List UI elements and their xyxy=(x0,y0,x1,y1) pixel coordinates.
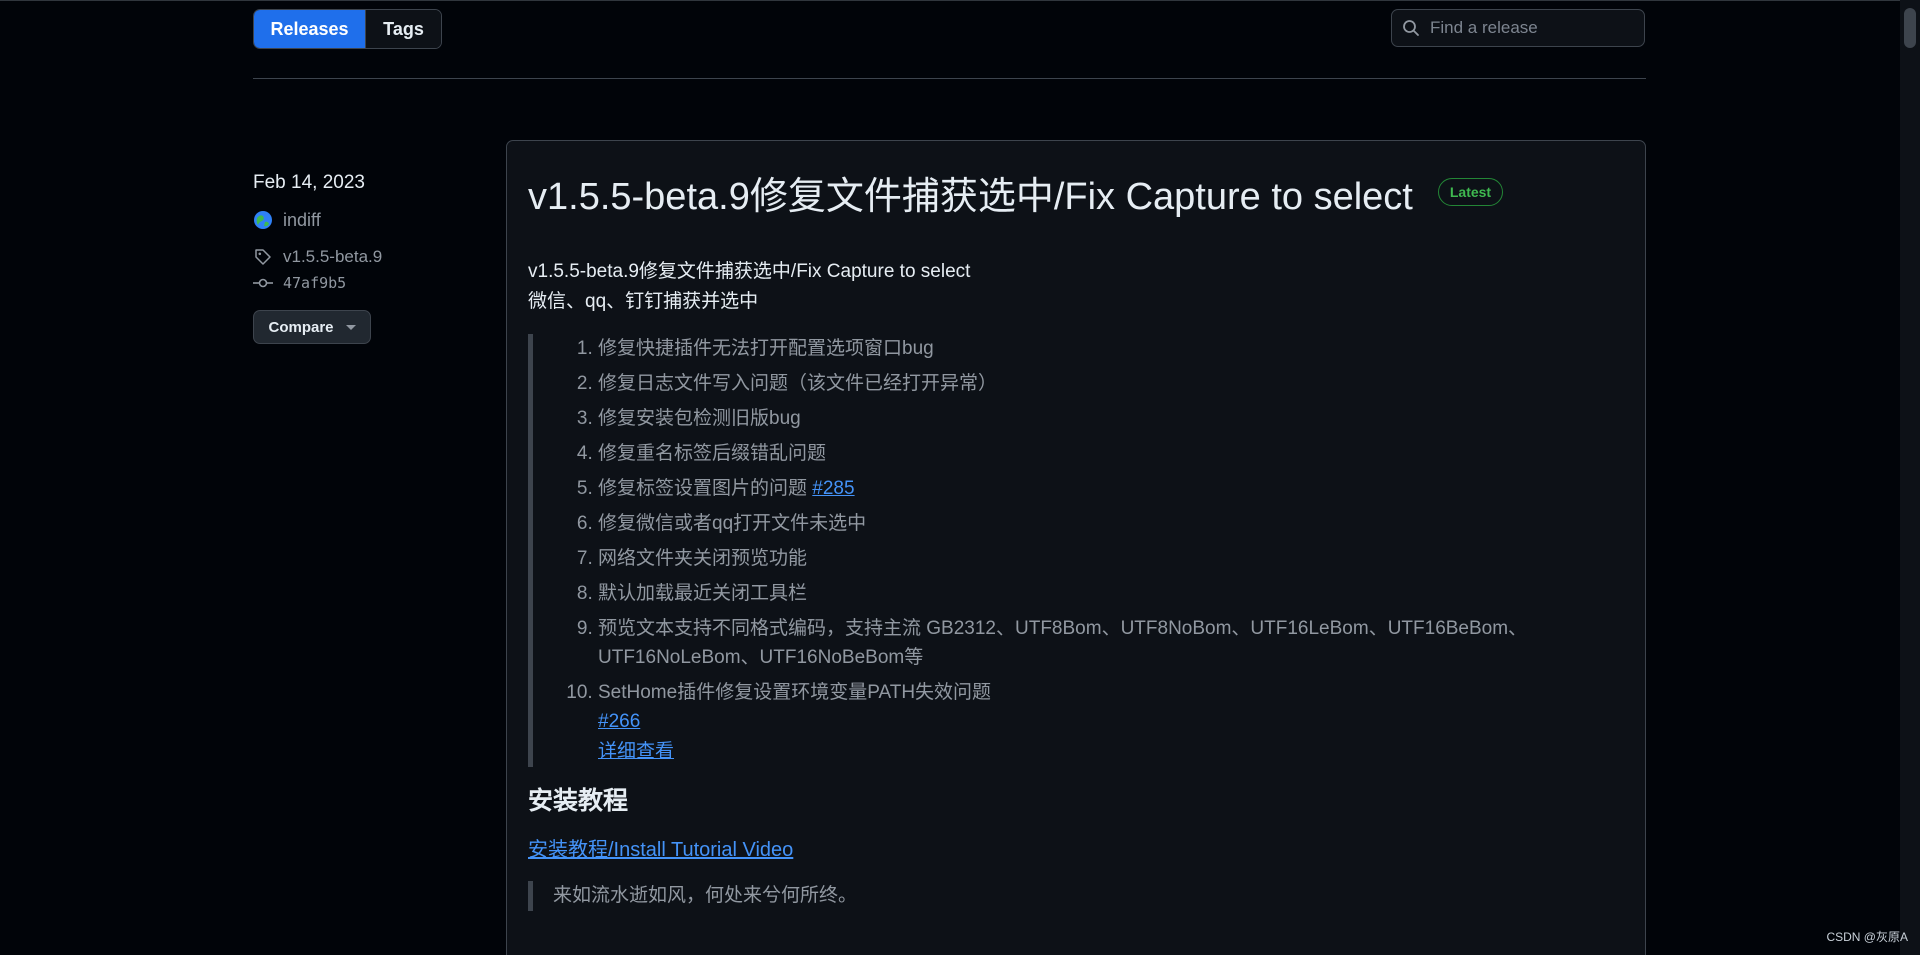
release-intro: v1.5.5-beta.9修复文件捕获选中/Fix Capture to sel… xyxy=(528,261,971,282)
header-divider xyxy=(253,78,1646,79)
release-date: Feb 14, 2023 xyxy=(253,172,365,193)
list-item: 修复快捷插件无法打开配置选项窗口bug xyxy=(598,334,1618,363)
release-notes: v1.5.5-beta.9修复文件捕获选中/Fix Capture to sel… xyxy=(528,256,1618,911)
releases-tags-switch: Releases Tags xyxy=(253,9,442,49)
install-heading: 安装教程 xyxy=(528,787,629,815)
watermark: CSDN @灰原A xyxy=(1826,930,1908,944)
release-commit[interactable]: 47af9b5 xyxy=(253,270,483,296)
list-item: 网络文件夹关闭预览功能 xyxy=(598,544,1618,573)
closing-quote: 来如流水逝如风，何处来兮何所终。 xyxy=(528,881,1618,911)
release-card: v1.5.5-beta.9修复文件捕获选中/Fix Capture to sel… xyxy=(506,140,1646,955)
release-header: v1.5.5-beta.9修复文件捕获选中/Fix Capture to sel… xyxy=(528,166,1618,218)
author-name[interactable]: indiff xyxy=(283,210,321,231)
details-link[interactable]: 详细查看 xyxy=(598,737,1618,767)
release-page: Releases Tags Feb 14, 2023 indiff xyxy=(0,0,1920,955)
scrollbar-thumb[interactable] xyxy=(1904,8,1916,48)
list-item: SetHome插件修复设置环境变量PATH失效问题 #266 详细查看 xyxy=(598,678,1618,767)
search-input[interactable] xyxy=(1430,18,1630,38)
tutorial-video-link[interactable]: 安装教程/Install Tutorial Video xyxy=(528,839,793,861)
release-subtitle: 微信、qq、钉钉捕获并选中 xyxy=(528,291,759,312)
commit-hash[interactable]: 47af9b5 xyxy=(283,274,346,292)
list-item: 修复微信或者qq打开文件未选中 xyxy=(598,509,1618,538)
avatar-icon xyxy=(253,210,273,230)
list-item: 修复重名标签后缀错乱问题 xyxy=(598,439,1618,468)
changes-list: 修复快捷插件无法打开配置选项窗口bug 修复日志文件写入问题（该文件已经打开异常… xyxy=(533,334,1618,767)
release-search[interactable] xyxy=(1391,9,1645,47)
list-item: 修复日志文件写入问题（该文件已经打开异常） xyxy=(598,369,1618,398)
release-author[interactable]: indiff xyxy=(253,206,483,234)
list-item: 预览文本支持不同格式编码，支持主流 GB2312、UTF8Bom、UTF8NoB… xyxy=(598,614,1618,672)
tag-icon xyxy=(253,247,273,267)
search-icon xyxy=(1402,19,1420,37)
chevron-down-icon xyxy=(345,324,356,330)
top-border xyxy=(0,0,1920,1)
commit-icon xyxy=(253,273,273,293)
tags-tab[interactable]: Tags xyxy=(365,10,441,48)
issue-link-285[interactable]: #285 xyxy=(812,478,854,499)
release-meta: Feb 14, 2023 indiff v1.5.5-beta.9 47af9b… xyxy=(253,172,483,344)
list-item: 修复安装包检测旧版bug xyxy=(598,404,1618,433)
scrollbar[interactable] xyxy=(1900,0,1920,955)
issue-link-266[interactable]: #266 xyxy=(598,707,1618,737)
release-title[interactable]: v1.5.5-beta.9修复文件捕获选中/Fix Capture to sel… xyxy=(528,165,1413,220)
tag-name[interactable]: v1.5.5-beta.9 xyxy=(283,247,382,267)
changes-blockquote: 修复快捷插件无法打开配置选项窗口bug 修复日志文件写入问题（该文件已经打开异常… xyxy=(528,334,1618,767)
list-item: 默认加载最近关闭工具栏 xyxy=(598,579,1618,608)
releases-tab[interactable]: Releases xyxy=(254,10,365,48)
list-item: 修复标签设置图片的问题 #285 xyxy=(598,474,1618,503)
compare-button[interactable]: Compare xyxy=(253,310,371,344)
release-tag[interactable]: v1.5.5-beta.9 xyxy=(253,244,483,270)
compare-label: Compare xyxy=(268,318,334,336)
latest-badge: Latest xyxy=(1437,178,1504,206)
